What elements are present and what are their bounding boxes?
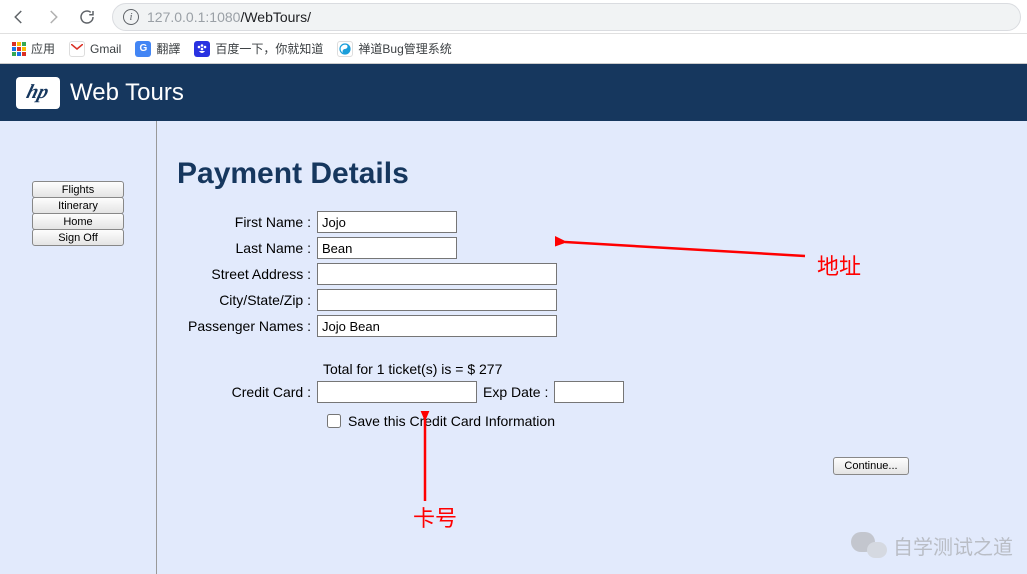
label-street: Street Address : [177, 266, 317, 282]
row-last-name: Last Name : [177, 237, 1027, 259]
input-last-name[interactable] [317, 237, 457, 259]
annotation-text-card: 卡号 [413, 501, 457, 533]
nav-itinerary[interactable]: Itinerary [32, 197, 124, 214]
bookmark-label: 翻譯 [156, 40, 180, 57]
forward-button[interactable] [40, 4, 66, 30]
content: Payment Details First Name : Last Name :… [157, 121, 1027, 574]
hp-logo: hp [16, 77, 60, 109]
sidebar: Flights Itinerary Home Sign Off [0, 121, 157, 574]
continue-button[interactable]: Continue... [833, 457, 909, 475]
page-title: Payment Details [177, 157, 1027, 191]
label-credit-card: Credit Card : [177, 384, 317, 400]
bookmark-label: 禅道Bug管理系统 [358, 40, 451, 57]
row-city: City/State/Zip : [177, 289, 1027, 311]
row-first-name: First Name : [177, 211, 1027, 233]
row-passenger: Passenger Names : [177, 315, 1027, 337]
input-street[interactable] [317, 263, 557, 285]
bookmark-label: 百度一下，你就知道 [215, 40, 323, 57]
nav-home[interactable]: Home [32, 213, 124, 230]
bookmark-label: Gmail [90, 42, 121, 56]
translate-icon: G [135, 41, 151, 57]
checkbox-save-cc[interactable] [327, 414, 341, 428]
nav-flights[interactable]: Flights [32, 181, 124, 198]
label-last-name: Last Name : [177, 240, 317, 256]
url-text: 127.0.0.1:1080/WebTours/ [147, 9, 311, 25]
address-bar[interactable]: i 127.0.0.1:1080/WebTours/ [112, 3, 1021, 31]
main-area: Flights Itinerary Home Sign Off Payment … [0, 121, 1027, 574]
input-first-name[interactable] [317, 211, 457, 233]
site-banner: hp Web Tours [0, 64, 1027, 121]
label-exp-date: Exp Date : [483, 384, 548, 400]
zentao-icon [337, 41, 353, 57]
input-passenger[interactable] [317, 315, 557, 337]
bookmark-gmail[interactable]: Gmail [69, 41, 121, 57]
label-passenger: Passenger Names : [177, 318, 317, 334]
apps-label: 应用 [31, 40, 55, 57]
row-save-cc: Save this Credit Card Information [323, 411, 1027, 431]
site-info-icon[interactable]: i [123, 9, 139, 25]
bookmarks-bar: 应用 Gmail G 翻譯 百度一下，你就知道 禅道Bug管理系统 [0, 34, 1027, 64]
reload-button[interactable] [74, 4, 100, 30]
back-button[interactable] [6, 4, 32, 30]
baidu-icon [194, 41, 210, 57]
watermark: 自学测试之道 [851, 530, 1013, 560]
label-city: City/State/Zip : [177, 292, 317, 308]
total-line: Total for 1 ticket(s) is = $ 277 [323, 361, 1027, 377]
bookmark-baidu[interactable]: 百度一下，你就知道 [194, 40, 323, 57]
input-city[interactable] [317, 289, 557, 311]
apps-icon [12, 42, 26, 56]
gmail-icon [69, 41, 85, 57]
input-exp-date[interactable] [554, 381, 624, 403]
input-credit-card[interactable] [317, 381, 477, 403]
wechat-icon [851, 530, 887, 560]
apps-shortcut[interactable]: 应用 [12, 40, 55, 57]
site-title: Web Tours [70, 79, 184, 107]
bookmark-zentao[interactable]: 禅道Bug管理系统 [337, 40, 451, 57]
row-credit-card: Credit Card : Exp Date : [177, 381, 1027, 403]
row-street: Street Address : [177, 263, 1027, 285]
label-save-cc: Save this Credit Card Information [348, 413, 555, 429]
bookmark-translate[interactable]: G 翻譯 [135, 40, 180, 57]
watermark-text: 自学测试之道 [893, 531, 1013, 560]
label-first-name: First Name : [177, 214, 317, 230]
browser-toolbar: i 127.0.0.1:1080/WebTours/ [0, 0, 1027, 34]
nav-signoff[interactable]: Sign Off [32, 229, 124, 246]
